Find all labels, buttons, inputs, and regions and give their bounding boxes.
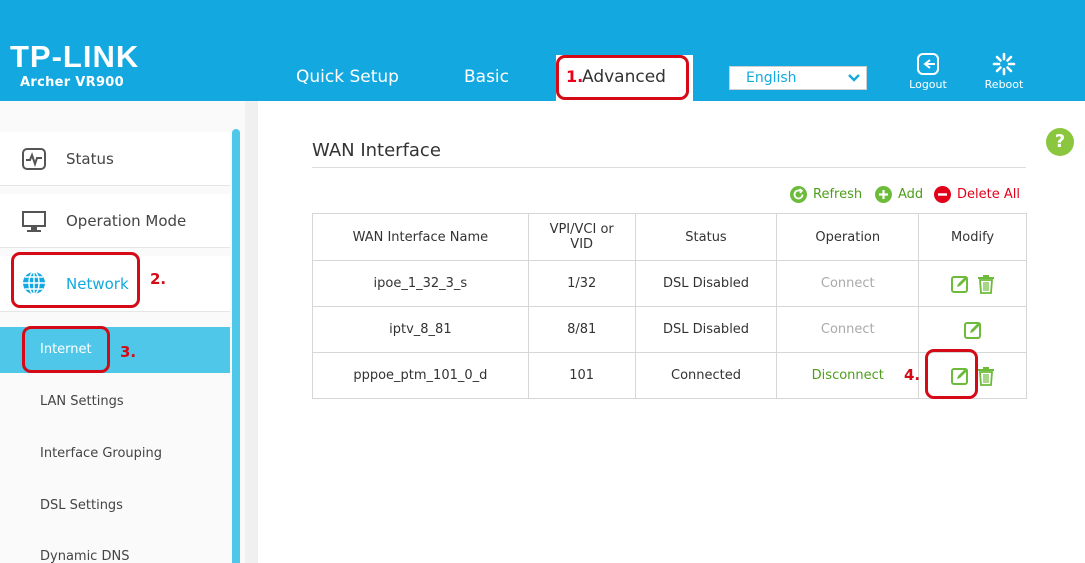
- status-cell: DSL Disabled: [634, 260, 778, 307]
- trash-icon[interactable]: [976, 366, 996, 386]
- brand-model: Archer VR900: [20, 75, 124, 90]
- vpi-cell: 101: [527, 352, 636, 399]
- trash-icon[interactable]: [976, 274, 996, 294]
- reboot-button[interactable]: Reboot: [974, 52, 1034, 92]
- language-select[interactable]: English: [729, 66, 867, 90]
- page-title: WAN Interface: [312, 140, 441, 161]
- minus-circle-icon: [934, 186, 951, 203]
- modify-cell: [918, 306, 1027, 353]
- reboot-icon: [992, 52, 1016, 76]
- status-cell: DSL Disabled: [634, 306, 778, 353]
- sidebar-subitem-dynamic-dns[interactable]: Dynamic DNS: [0, 534, 230, 563]
- help-icon[interactable]: ?: [1046, 128, 1074, 156]
- sidebar-item-operation-mode[interactable]: Operation Mode: [0, 194, 230, 248]
- delete-all-label: Delete All: [957, 187, 1020, 202]
- sidebar-item-status[interactable]: Status: [0, 132, 230, 186]
- edit-icon[interactable]: [950, 274, 970, 294]
- modify-cell: [918, 260, 1027, 307]
- pulse-monitor-icon: [22, 148, 46, 170]
- annotation-number-3: 3.: [120, 343, 137, 361]
- column-header: VPI/VCI or VID: [527, 213, 636, 261]
- sidebar-subitem-lan-settings[interactable]: LAN Settings: [0, 379, 230, 425]
- sidebar-subitem-dsl-settings[interactable]: DSL Settings: [0, 483, 230, 529]
- monitor-icon: [22, 211, 46, 232]
- sidebar-subitem-label: DSL Settings: [40, 498, 123, 513]
- brand-logo: TP-LINK: [10, 39, 140, 74]
- sidebar-item-label: Operation Mode: [66, 212, 187, 230]
- wan-name-cell: iptv_8_81: [312, 306, 529, 353]
- annotation-ring-advanced: [556, 55, 689, 100]
- vpi-cell: 1/32: [527, 260, 636, 307]
- annotation-number-4: 4.: [904, 366, 921, 384]
- refresh-label: Refresh: [813, 187, 863, 202]
- column-header: Modify: [918, 213, 1027, 261]
- table-row: ipoe_1_32_3_s 1/32 DSL Disabled Connect: [312, 260, 1027, 307]
- wan-name-cell: pppoe_ptm_101_0_d: [312, 352, 529, 399]
- column-header: Operation: [776, 213, 920, 261]
- edit-icon[interactable]: [963, 320, 983, 340]
- table-header-row: WAN Interface Name VPI/VCI or VID Status…: [312, 213, 1027, 261]
- sidebar-subitem-label: Dynamic DNS: [40, 549, 130, 563]
- annotation-ring-internet: [22, 326, 110, 373]
- connect-button[interactable]: Connect: [776, 306, 920, 353]
- logout-label: Logout: [909, 78, 947, 91]
- plus-circle-icon: [875, 186, 892, 203]
- sidebar-item-label: Status: [66, 150, 114, 168]
- add-label: Add: [898, 187, 924, 202]
- connect-button[interactable]: Connect: [776, 260, 920, 307]
- language-value: English: [746, 70, 797, 86]
- vpi-cell: 8/81: [527, 306, 636, 353]
- disconnect-button[interactable]: Disconnect: [776, 352, 920, 399]
- table-row: iptv_8_81 8/81 DSL Disabled Connect: [312, 306, 1027, 353]
- brand: TP-LINK Archer VR900: [10, 39, 140, 90]
- chevron-down-icon: [848, 74, 860, 82]
- column-header: WAN Interface Name: [312, 213, 529, 261]
- wan-name-cell: ipoe_1_32_3_s: [312, 260, 529, 307]
- sidebar-subitem-label: Interface Grouping: [40, 446, 163, 461]
- annotation-ring-edit: [925, 349, 978, 399]
- reboot-label: Reboot: [984, 78, 1024, 91]
- top-header: TP-LINK Archer VR900 Quick Setup Basic 1…: [0, 0, 1085, 101]
- logout-button[interactable]: Logout: [898, 52, 958, 92]
- sidebar-subitem-interface-grouping[interactable]: Interface Grouping: [0, 431, 230, 477]
- sidebar-subitem-label: LAN Settings: [40, 394, 124, 409]
- title-divider: [312, 167, 1026, 168]
- logout-icon: [917, 53, 939, 75]
- status-cell: Connected: [634, 352, 778, 399]
- tab-basic[interactable]: Basic: [464, 67, 509, 87]
- refresh-icon: [790, 186, 807, 203]
- tab-quick-setup[interactable]: Quick Setup: [296, 67, 399, 87]
- annotation-number-2: 2.: [150, 270, 167, 288]
- column-header: Status: [634, 213, 778, 261]
- annotation-ring-network: [11, 252, 140, 308]
- sidebar-scrollbar[interactable]: [232, 129, 240, 563]
